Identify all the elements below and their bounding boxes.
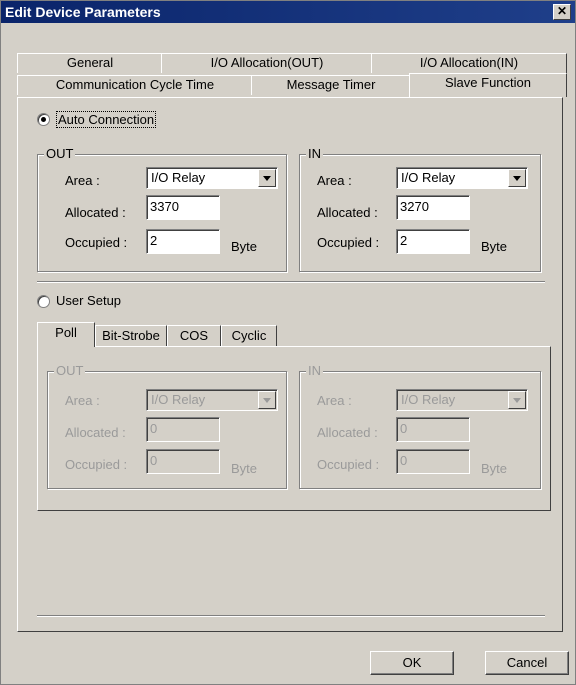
auto-connection-radio[interactable] [37, 113, 50, 126]
tab-io-allocation-out[interactable]: I/O Allocation(OUT) [161, 53, 373, 73]
auto-out-allocated-input[interactable]: 3370 [146, 195, 220, 220]
user-out-area-value: I/O Relay [151, 392, 206, 407]
radio-selected-dot [41, 117, 46, 122]
user-out-allocated-label: Allocated : [65, 425, 126, 440]
user-out-occupied-input: 0 [146, 449, 220, 474]
user-out-area-label: Area : [65, 393, 100, 408]
separator [37, 615, 545, 617]
tab-communication-cycle-time[interactable]: Communication Cycle Time [17, 75, 253, 95]
subtab-bit-strobe[interactable]: Bit-Strobe [95, 325, 167, 347]
user-in-allocated-input: 0 [396, 417, 470, 442]
user-in-area-label: Area : [317, 393, 352, 408]
subtab-poll[interactable]: Poll [37, 322, 95, 347]
user-in-area-select: I/O Relay [396, 389, 528, 411]
user-out-unit: Byte [231, 461, 258, 476]
auto-out-occupied-label: Occupied : [65, 235, 128, 250]
chevron-down-icon [508, 391, 526, 409]
chevron-down-icon[interactable] [258, 169, 276, 187]
auto-in-area-select[interactable]: I/O Relay [396, 167, 528, 189]
user-out-title: OUT [54, 363, 86, 378]
auto-out-occupied-input[interactable]: 2 [146, 229, 220, 254]
user-in-unit: Byte [481, 461, 508, 476]
chevron-down-icon [258, 391, 276, 409]
title-bar[interactable]: Edit Device Parameters ✕ [1, 1, 575, 23]
auto-in-occupied-input[interactable]: 2 [396, 229, 470, 254]
auto-out-area-value: I/O Relay [151, 170, 206, 185]
ok-button[interactable]: OK [370, 651, 454, 675]
user-in-title: IN [306, 363, 323, 378]
cancel-button[interactable]: Cancel [485, 651, 569, 675]
user-in-allocated-label: Allocated : [317, 425, 378, 440]
auto-out-area-label: Area : [65, 173, 100, 188]
user-setup-radio[interactable] [37, 295, 50, 308]
auto-out-unit: Byte [231, 239, 258, 254]
edit-device-parameters-dialog: Edit Device Parameters ✕ General I/O All… [0, 0, 576, 685]
user-out-allocated-input: 0 [146, 417, 220, 442]
auto-in-area-value: I/O Relay [401, 170, 456, 185]
user-in-occupied-input: 0 [396, 449, 470, 474]
tab-slave-function[interactable]: Slave Function [409, 73, 567, 97]
auto-in-title: IN [306, 146, 323, 161]
separator [37, 281, 545, 283]
close-button[interactable]: ✕ [553, 4, 571, 20]
auto-out-title: OUT [44, 146, 76, 161]
subtab-cyclic[interactable]: Cyclic [221, 325, 277, 347]
tab-io-allocation-in[interactable]: I/O Allocation(IN) [371, 53, 567, 73]
auto-in-allocated-label: Allocated : [317, 205, 378, 220]
window-title: Edit Device Parameters [5, 4, 161, 20]
auto-in-area-label: Area : [317, 173, 352, 188]
auto-out-area-select[interactable]: I/O Relay [146, 167, 278, 189]
auto-in-unit: Byte [481, 239, 508, 254]
subtab-cos[interactable]: COS [167, 325, 221, 347]
auto-out-allocated-label: Allocated : [65, 205, 126, 220]
user-in-occupied-label: Occupied : [317, 457, 380, 472]
chevron-down-icon[interactable] [508, 169, 526, 187]
user-out-occupied-label: Occupied : [65, 457, 128, 472]
auto-in-occupied-label: Occupied : [317, 235, 380, 250]
auto-connection-label[interactable]: Auto Connection [56, 111, 157, 128]
tab-message-timer[interactable]: Message Timer [251, 75, 411, 95]
user-out-area-select: I/O Relay [146, 389, 278, 411]
user-setup-label[interactable]: User Setup [56, 293, 121, 308]
user-in-area-value: I/O Relay [401, 392, 456, 407]
tab-general[interactable]: General [17, 53, 163, 73]
auto-in-allocated-input[interactable]: 3270 [396, 195, 470, 220]
